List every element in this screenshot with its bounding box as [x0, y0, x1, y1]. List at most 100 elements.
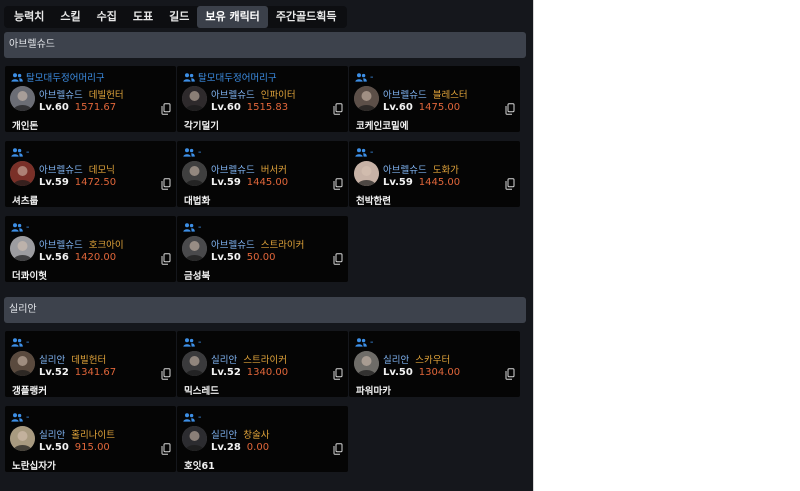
item-level: 1515.83: [246, 102, 289, 113]
tab-guild[interactable]: 길드: [161, 6, 197, 28]
level-line: Lv.50 1304.00: [383, 367, 460, 378]
tab-charts[interactable]: 도표: [125, 6, 161, 28]
guild-members-icon: [183, 147, 195, 157]
character-portrait: [182, 161, 207, 186]
copy-icon[interactable]: [333, 178, 343, 190]
character-level: Lv.52: [211, 367, 241, 378]
copy-icon[interactable]: [161, 103, 171, 115]
copy-icon[interactable]: [333, 253, 343, 265]
character-level: Lv.52: [39, 367, 69, 378]
character-portrait: [182, 426, 207, 451]
level-line: Lv.60 1571.67: [39, 102, 116, 113]
level-line: Lv.60 1475.00: [383, 102, 460, 113]
character-name: 천박한련: [356, 196, 391, 207]
character-level: Lv.60: [39, 102, 69, 113]
guild-row: -: [183, 221, 201, 233]
server-name: 아브렐슈드: [211, 90, 255, 101]
tab-stats[interactable]: 능력치: [6, 6, 52, 28]
character-name: 갱플랭커: [12, 386, 47, 397]
character-card[interactable]: - 아브렐슈드 데모닉 Lv.59 1472.50 셔츠룹: [5, 141, 176, 207]
item-level: 1475.00: [418, 102, 461, 113]
character-name: 금성북: [184, 271, 211, 282]
guild-members-icon: [355, 72, 367, 82]
character-portrait: [354, 86, 379, 111]
tab-owned-characters[interactable]: 보유 캐릭터: [197, 6, 268, 28]
guild-name: 탈모대두정어머리구: [198, 73, 277, 84]
server-class-line: 아브렐슈드 인파이터: [211, 87, 296, 101]
copy-icon[interactable]: [333, 443, 343, 455]
character-portrait: [182, 236, 207, 261]
copy-icon[interactable]: [505, 368, 515, 380]
server-name: 아브렐슈드: [211, 240, 255, 251]
guild-name: -: [26, 336, 30, 348]
copy-icon[interactable]: [505, 178, 515, 190]
server-class-line: 실리안 스카우터: [383, 352, 450, 366]
character-card[interactable]: - 실리안 창술사 Lv.28 0.00 호잇61: [177, 406, 348, 472]
tab-weekly-gold[interactable]: 주간골드획득: [268, 6, 345, 28]
guild-members-icon: [11, 147, 23, 157]
character-avatar: [182, 161, 207, 186]
item-level: 1472.50: [74, 177, 117, 188]
character-level: Lv.28: [211, 442, 241, 453]
copy-icon[interactable]: [333, 368, 343, 380]
server-class-line: 실리안 스트라이커: [211, 352, 287, 366]
character-card[interactable]: - 아브렐슈드 버서커 Lv.59 1445.00 대법화: [177, 141, 348, 207]
item-level: 1571.67: [74, 102, 117, 113]
guild-row: -: [11, 146, 29, 158]
server-class-line: 아브렐슈드 스트라이커: [211, 237, 304, 251]
copy-icon[interactable]: [333, 103, 343, 115]
level-line: Lv.56 1420.00: [39, 252, 116, 263]
character-level: Lv.60: [211, 102, 241, 113]
class-name: 호크아이: [88, 240, 124, 251]
class-name: 인파이터: [260, 90, 296, 101]
character-name: 호잇61: [184, 461, 215, 472]
tab-collection[interactable]: 수집: [89, 6, 125, 28]
character-card[interactable]: 탈모대두정어머리구 아브렐슈드 데빌헌터 Lv.60 1571.67 개인돈: [5, 66, 176, 132]
character-card[interactable]: - 실리안 스카우터 Lv.50 1304.00 파워마카: [349, 331, 520, 397]
guild-members-icon: [183, 72, 195, 82]
guild-members-icon: [11, 222, 23, 232]
guild-members-icon: [355, 147, 367, 157]
character-name: 더콰이헛: [12, 271, 47, 282]
guild-name: -: [370, 146, 374, 158]
class-name: 데모닉: [88, 165, 115, 176]
item-level: 1445.00: [246, 177, 289, 188]
guild-row: 탈모대두정어머리구: [11, 71, 105, 84]
guild-row: -: [183, 146, 201, 158]
character-avatar: [354, 86, 379, 111]
character-name: 대법화: [184, 196, 211, 207]
character-card[interactable]: - 아브렐슈드 도화가 Lv.59 1445.00 천박한련: [349, 141, 520, 207]
character-card[interactable]: - 실리안 데빌헌터 Lv.52 1341.67 갱플랭커: [5, 331, 176, 397]
guild-row: -: [11, 336, 29, 348]
empty-pane: [533, 0, 800, 491]
guild-row: 탈모대두정어머리구: [183, 71, 277, 84]
copy-icon[interactable]: [161, 368, 171, 380]
tab-skills[interactable]: 스킬: [52, 6, 88, 28]
guild-row: -: [355, 336, 373, 348]
character-level: Lv.59: [39, 177, 69, 188]
character-card[interactable]: - 아브렐슈드 호크아이 Lv.56 1420.00 더콰이헛: [5, 216, 176, 282]
character-name: 셔츠룹: [12, 196, 39, 207]
character-card[interactable]: - 실리안 스트라이커 Lv.52 1340.00 믹스레드: [177, 331, 348, 397]
character-avatar: [354, 161, 379, 186]
class-name: 버서커: [260, 165, 287, 176]
character-card[interactable]: - 실리안 홀리나이트 Lv.50 915.00 노란십자가: [5, 406, 176, 472]
character-card[interactable]: - 아브렐슈드 스트라이커 Lv.50 50.00 금성북: [177, 216, 348, 282]
copy-icon[interactable]: [505, 103, 515, 115]
copy-icon[interactable]: [161, 178, 171, 190]
character-portrait: [10, 161, 35, 186]
copy-icon[interactable]: [161, 253, 171, 265]
character-card[interactable]: 탈모대두정어머리구 아브렐슈드 인파이터 Lv.60 1515.83 각기덜기: [177, 66, 348, 132]
server-name: 실리안: [211, 430, 238, 441]
guild-row: -: [11, 411, 29, 423]
guild-name: -: [26, 146, 30, 158]
guild-name: -: [198, 336, 202, 348]
character-avatar: [354, 351, 379, 376]
level-line: Lv.52 1341.67: [39, 367, 116, 378]
level-line: Lv.28 0.00: [211, 442, 269, 453]
guild-name: -: [26, 221, 30, 233]
character-card[interactable]: - 아브렐슈드 블레스터 Lv.60 1475.00 코케인코밑에: [349, 66, 520, 132]
guild-members-icon: [11, 412, 23, 422]
character-level: Lv.59: [211, 177, 241, 188]
copy-icon[interactable]: [161, 443, 171, 455]
